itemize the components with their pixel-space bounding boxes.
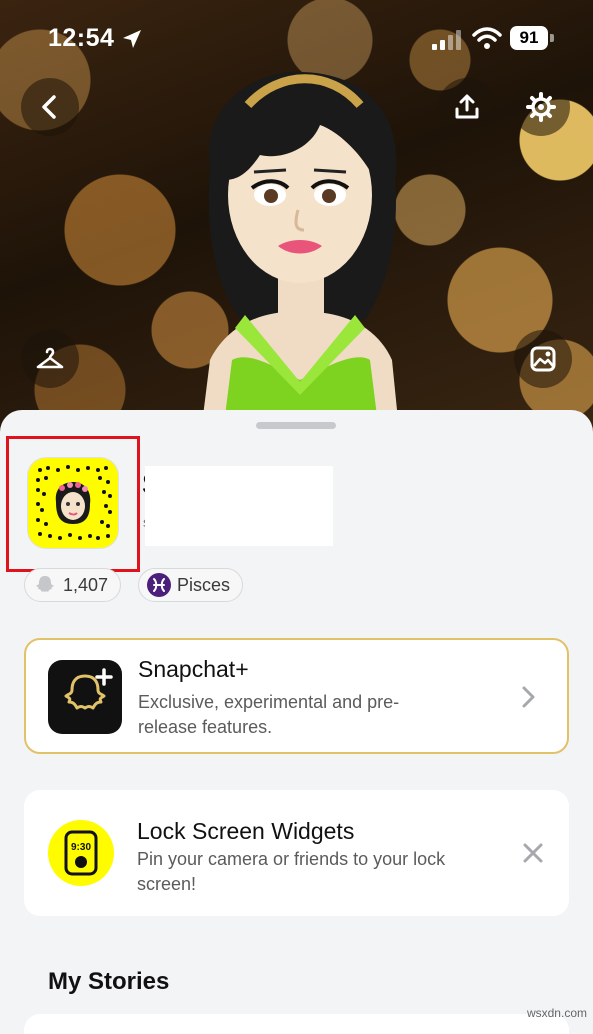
snapcode-bitmoji <box>55 482 91 524</box>
lock-screen-widgets-card[interactable]: 9:30 Lock Screen Widgets Pin your camera… <box>24 790 569 916</box>
lock-widgets-title: Lock Screen Widgets <box>137 818 355 844</box>
snapchat-plus-title: Snapchat+ <box>138 656 249 682</box>
status-time: 12:54 <box>48 24 115 52</box>
hanger-icon <box>36 347 64 369</box>
battery-icon: 91 <box>510 26 554 50</box>
snapcode[interactable] <box>28 458 118 548</box>
lock-widget-icon: 9:30 <box>48 820 114 886</box>
snapscore-chip[interactable]: 1,407 <box>24 568 122 602</box>
redaction-box <box>145 466 333 546</box>
gear-icon <box>526 92 556 122</box>
pisces-icon <box>147 573 171 597</box>
zodiac-label: Pisces <box>177 574 231 595</box>
image-icon <box>530 346 556 372</box>
background-button[interactable] <box>514 330 572 388</box>
lock-widgets-desc-1: Pin your camera or friends to your lock <box>137 849 446 869</box>
snapchat-plus-desc-1: Exclusive, experimental and pre- <box>138 692 400 712</box>
snapchat-plus-desc-2: release features. <box>138 717 273 737</box>
profile-hero-background: 12:54 91 <box>0 0 593 440</box>
outfit-button[interactable] <box>21 330 79 388</box>
zodiac-chip[interactable]: Pisces <box>138 568 244 602</box>
snapchat-plus-card[interactable]: Snapchat+ Exclusive, experimental and pr… <box>24 638 569 754</box>
snapchat-plus-icon <box>48 660 122 734</box>
settings-button[interactable] <box>512 78 570 136</box>
sheet-grabber[interactable] <box>256 422 336 429</box>
lock-widgets-desc-2: screen! <box>137 874 197 894</box>
ghost-icon <box>36 576 54 592</box>
location-arrow-icon <box>123 30 141 48</box>
share-icon <box>455 94 479 119</box>
signal-icon <box>432 30 461 50</box>
status-bar: 12:54 91 <box>0 0 593 80</box>
share-button[interactable] <box>438 78 496 136</box>
widget-time: 9:30 <box>71 842 91 853</box>
wifi-icon <box>472 27 502 49</box>
back-icon <box>42 95 56 119</box>
my-stories-card[interactable] <box>24 1014 569 1034</box>
snapscore-value: 1,407 <box>63 574 109 595</box>
bitmoji-avatar <box>200 71 400 440</box>
my-stories-heading: My Stories <box>48 968 170 995</box>
profile-sheet: S s 1,407 Pisces Snapchat+ Exclusive, ex… <box>0 410 593 1034</box>
back-button[interactable] <box>21 78 79 136</box>
close-icon[interactable] <box>522 842 544 864</box>
watermark: wsxdn.com <box>526 1006 587 1020</box>
battery-level: 91 <box>510 26 548 50</box>
chevron-right-icon <box>522 686 535 708</box>
